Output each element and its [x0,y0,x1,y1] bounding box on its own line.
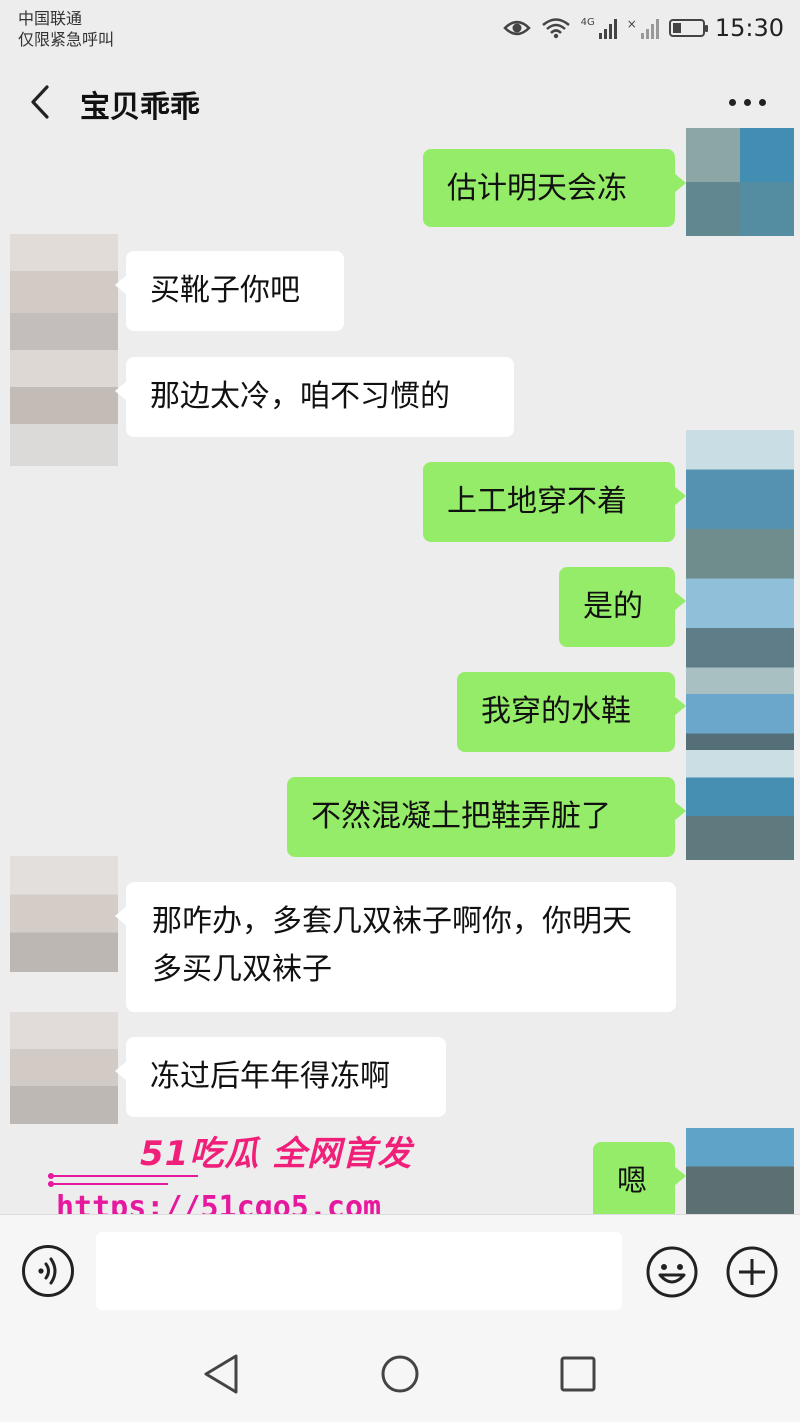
eye-icon [502,20,531,36]
message-bubble-incoming[interactable]: 冻过后年年得冻啊 [115,1037,446,1117]
self-avatar[interactable] [686,750,794,860]
more-actions-button[interactable] [725,1245,779,1299]
battery-icon [668,19,708,37]
message-input[interactable] [96,1232,622,1310]
plus-icon [726,1246,778,1298]
message-bubble-outgoing[interactable]: 上工地穿不着 [423,462,686,542]
more-dots-icon [728,98,766,106]
chat-title: 宝贝乖乖 [80,90,200,125]
voice-icon [38,1257,57,1285]
message-bubble-outgoing[interactable]: 不然混凝土把鞋弄脏了 [287,777,686,857]
emoji-button[interactable] [645,1245,699,1299]
message-bubble-incoming[interactable]: 那边太冷，咱不习惯的 [115,357,514,437]
peer-avatar[interactable] [10,856,118,972]
voice-button[interactable] [22,1245,74,1297]
emoji-icon [646,1246,698,1298]
watermark-brand: 51吃瓜 全网首发 [140,1134,413,1174]
carrier-info: 中国联通 仅限紧急呼叫 [18,8,114,50]
nav-recents-icon [560,1356,596,1392]
message-bubble-incoming[interactable]: 那咋办，多套几双袜子啊你，你明天多买几双袜子 [115,882,676,1012]
status-bar: 中国联通 仅限紧急呼叫 4G × 15:30 [0,0,800,56]
back-button[interactable] [18,76,62,128]
message-bubble-outgoing[interactable]: 我穿的水鞋 [457,672,686,752]
message-bubble-outgoing[interactable]: 嗯 [593,1142,686,1220]
status-time: 15:30 [714,14,784,42]
self-avatar[interactable] [686,128,794,236]
nav-recents-button[interactable] [554,1350,602,1398]
carrier-name: 中国联通 [18,9,83,28]
more-button[interactable] [720,82,774,122]
message-bubble-incoming[interactable]: 买靴子你吧 [115,251,344,331]
signal-4g-icon: 4G [581,17,617,39]
peer-avatar[interactable] [10,1012,118,1124]
input-bar [0,1214,800,1325]
chat-header: 宝贝乖乖 [0,56,800,148]
self-avatar[interactable] [686,430,794,760]
carrier-note: 仅限紧急呼叫 [18,30,115,49]
system-nav-bar [0,1324,800,1422]
peer-avatar[interactable] [10,234,118,466]
self-avatar[interactable] [686,1128,794,1214]
chevron-left-icon [31,85,49,119]
nav-home-button[interactable] [376,1350,424,1398]
nav-home-icon [381,1355,419,1393]
wifi-icon [541,18,570,39]
nav-back-button[interactable] [198,1350,246,1398]
status-icons: 4G × 15:30 [502,12,784,44]
message-bubble-outgoing[interactable]: 是的 [559,567,686,647]
signal-icon: × [627,17,659,39]
nav-back-icon [204,1354,238,1394]
message-bubble-outgoing[interactable]: 估计明天会冻 [423,149,686,227]
